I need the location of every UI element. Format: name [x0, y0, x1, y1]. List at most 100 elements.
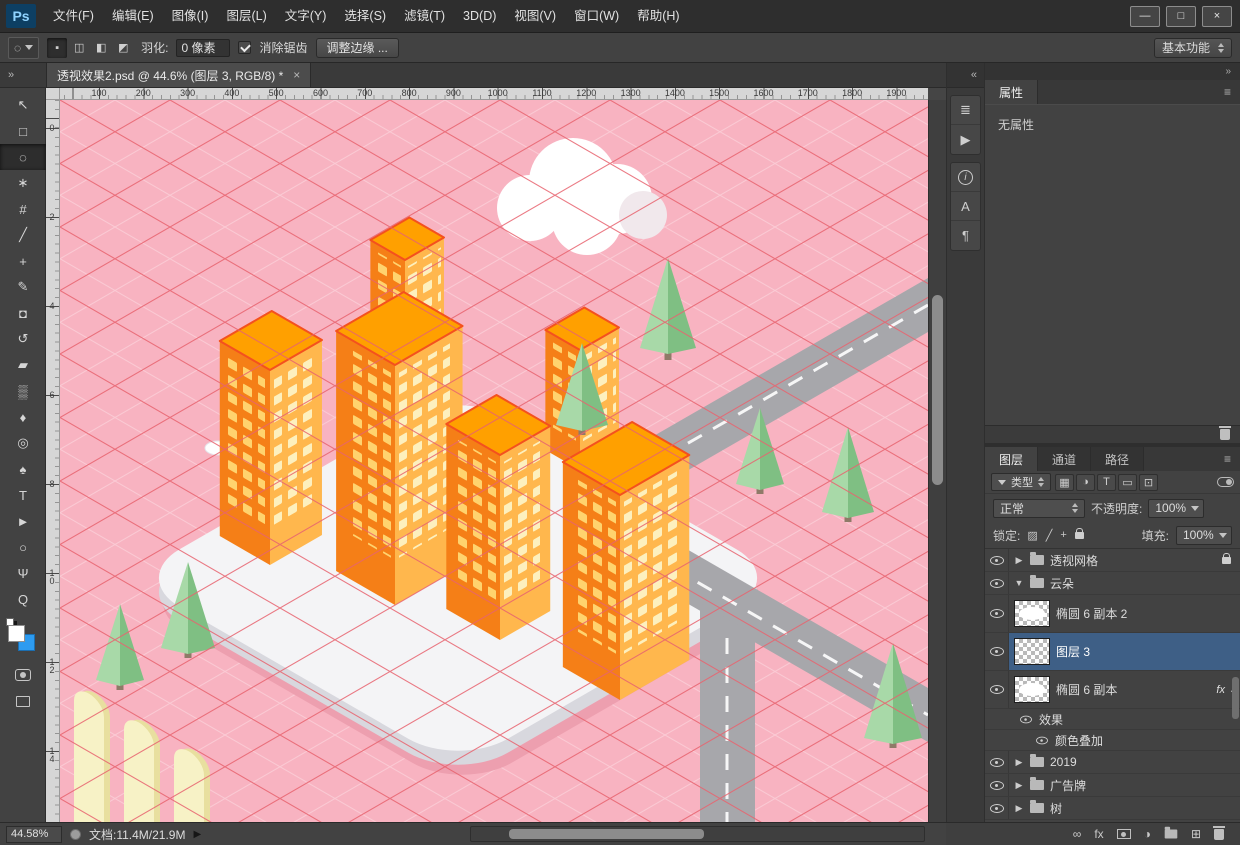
- visibility-toggle[interactable]: [985, 671, 1009, 708]
- adjustment-layer-icon[interactable]: ◑: [1144, 827, 1151, 841]
- expand-panels-icon[interactable]: «: [971, 69, 977, 81]
- filter-shape-layers-icon[interactable]: ▭: [1118, 474, 1137, 491]
- type-tool[interactable]: T: [0, 482, 46, 508]
- refine-edge-button[interactable]: 调整边缘 ...: [316, 38, 399, 58]
- ellipse-tool[interactable]: ○: [0, 534, 46, 560]
- opacity-input[interactable]: 100%: [1148, 499, 1204, 518]
- toolbar-collapse-icon[interactable]: »: [0, 63, 46, 87]
- screen-mode-button[interactable]: [0, 688, 46, 714]
- filter-type-layers-icon[interactable]: T: [1097, 474, 1116, 491]
- info-panel-icon[interactable]: i: [951, 163, 980, 192]
- add-selection-button[interactable]: ◫: [69, 38, 89, 58]
- maximize-button[interactable]: □: [1166, 6, 1196, 27]
- menu-item[interactable]: 图层(L): [217, 9, 275, 23]
- layer-thumbnail[interactable]: [1014, 676, 1050, 703]
- layer-row[interactable]: ▶2019: [985, 751, 1240, 774]
- new-layer-icon[interactable]: ⊞: [1191, 827, 1201, 841]
- filter-smart-objects-icon[interactable]: ⊡: [1139, 474, 1158, 491]
- menu-item[interactable]: 图像(I): [163, 9, 218, 23]
- layer-filter-toggle[interactable]: [1217, 477, 1234, 487]
- group-expander-icon[interactable]: ▼: [1014, 578, 1024, 588]
- layer-row[interactable]: 效果: [985, 709, 1240, 730]
- menu-item[interactable]: 3D(D): [454, 9, 505, 23]
- layer-row[interactable]: 椭圆 6 副本fx▴: [985, 671, 1240, 709]
- eye-icon[interactable]: [1036, 736, 1048, 744]
- canvas[interactable]: [60, 100, 928, 822]
- layer-row[interactable]: ▶广告牌: [985, 774, 1240, 797]
- menu-item[interactable]: 编辑(E): [103, 9, 163, 23]
- group-expander-icon[interactable]: ▶: [1014, 757, 1024, 768]
- menu-item[interactable]: 文件(F): [44, 9, 103, 23]
- lock-transparency-icon[interactable]: ▨: [1027, 529, 1037, 542]
- visibility-toggle[interactable]: [985, 774, 1009, 796]
- layer-filter-select[interactable]: 类型: [991, 473, 1051, 491]
- gradient-tool[interactable]: ▒: [0, 378, 46, 404]
- layer-row[interactable]: ▶透视网格: [985, 549, 1240, 572]
- dodge-tool[interactable]: ◎: [0, 430, 46, 456]
- lock-position-icon[interactable]: +: [1060, 529, 1066, 541]
- menu-item[interactable]: 滤镜(T): [395, 9, 454, 23]
- layer-row[interactable]: ▼云朵: [985, 572, 1240, 595]
- tab-channels[interactable]: 通道: [1038, 447, 1091, 471]
- visibility-toggle[interactable]: [985, 751, 1009, 773]
- fill-input[interactable]: 100%: [1176, 526, 1232, 545]
- layer-row[interactable]: ▶树: [985, 797, 1240, 820]
- layer-thumbnail[interactable]: [1014, 600, 1050, 627]
- antialias-checkbox[interactable]: [238, 41, 251, 54]
- path-selection-tool[interactable]: ►: [0, 508, 46, 534]
- history-brush-tool[interactable]: ↺: [0, 326, 46, 352]
- new-group-icon[interactable]: [1165, 830, 1178, 839]
- brush-presets-panel-icon[interactable]: ≣: [951, 96, 980, 125]
- zoom-level[interactable]: 44.58%: [6, 826, 62, 843]
- delete-layer-icon[interactable]: [1214, 829, 1224, 840]
- menu-item[interactable]: 窗口(W): [565, 9, 628, 23]
- group-expander-icon[interactable]: ▶: [1014, 803, 1024, 814]
- menu-item[interactable]: 视图(V): [505, 9, 565, 23]
- tab-layers[interactable]: 图层: [985, 447, 1038, 471]
- layer-row[interactable]: 图层 3: [985, 633, 1240, 671]
- blur-tool[interactable]: ♦: [0, 404, 46, 430]
- collapse-dock-icon[interactable]: »: [1225, 66, 1231, 77]
- lock-pixels-icon[interactable]: ╱: [1046, 529, 1053, 542]
- paragraph-panel-icon[interactable]: ¶: [951, 221, 980, 250]
- fx-badge[interactable]: fx: [1216, 684, 1225, 696]
- quick-selection-tool[interactable]: ∗: [0, 170, 46, 196]
- rectangular-marquee-tool[interactable]: □: [0, 118, 46, 144]
- lock-all-icon[interactable]: [1075, 532, 1084, 539]
- vertical-scrollbar-thumb[interactable]: [932, 295, 943, 485]
- visibility-toggle[interactable]: [985, 572, 1009, 594]
- document-tab[interactable]: 透视效果2.psd @ 44.6% (图层 3, RGB/8) * ×: [46, 63, 311, 87]
- group-expander-icon[interactable]: ▶: [1014, 555, 1024, 566]
- workspace-switcher[interactable]: 基本功能: [1154, 38, 1232, 58]
- pen-tool[interactable]: ♠: [0, 456, 46, 482]
- eyedropper-tool[interactable]: ╱: [0, 222, 46, 248]
- layer-row[interactable]: 颜色叠加: [985, 730, 1240, 751]
- blend-mode-select[interactable]: 正常: [993, 499, 1085, 518]
- crop-tool[interactable]: #: [0, 196, 46, 222]
- visibility-toggle[interactable]: [985, 595, 1009, 632]
- link-layers-icon[interactable]: ∞: [1073, 827, 1082, 841]
- filter-pixel-layers-icon[interactable]: ▦: [1055, 474, 1074, 491]
- group-expander-icon[interactable]: ▶: [1014, 780, 1024, 791]
- horizontal-ruler[interactable]: 1002003004005006007008009001000110012001…: [60, 88, 928, 100]
- add-layer-mask-icon[interactable]: [1117, 829, 1131, 839]
- close-button[interactable]: ×: [1202, 6, 1232, 27]
- menu-item[interactable]: 选择(S): [335, 9, 395, 23]
- layer-style-icon[interactable]: fx: [1094, 827, 1103, 841]
- eye-icon[interactable]: [1020, 715, 1032, 723]
- brush-tool[interactable]: ✎: [0, 274, 46, 300]
- subtract-selection-button[interactable]: ◧: [91, 38, 111, 58]
- actions-panel-icon[interactable]: ▶: [951, 125, 980, 154]
- quick-mask-button[interactable]: [0, 662, 46, 688]
- clone-stamp-tool[interactable]: ◘: [0, 300, 46, 326]
- move-tool[interactable]: ↖: [0, 92, 46, 118]
- visibility-toggle[interactable]: [985, 549, 1009, 571]
- horizontal-scrollbar[interactable]: [470, 826, 925, 842]
- tab-paths[interactable]: 路径: [1091, 447, 1144, 471]
- zoom-tool[interactable]: Q: [0, 586, 46, 612]
- vertical-scrollbar[interactable]: [928, 100, 946, 822]
- visibility-toggle[interactable]: [985, 797, 1009, 819]
- layers-scrollbar[interactable]: [1232, 677, 1239, 719]
- properties-panel-menu-icon[interactable]: ≡: [1224, 80, 1240, 104]
- menu-item[interactable]: 帮助(H): [628, 9, 688, 23]
